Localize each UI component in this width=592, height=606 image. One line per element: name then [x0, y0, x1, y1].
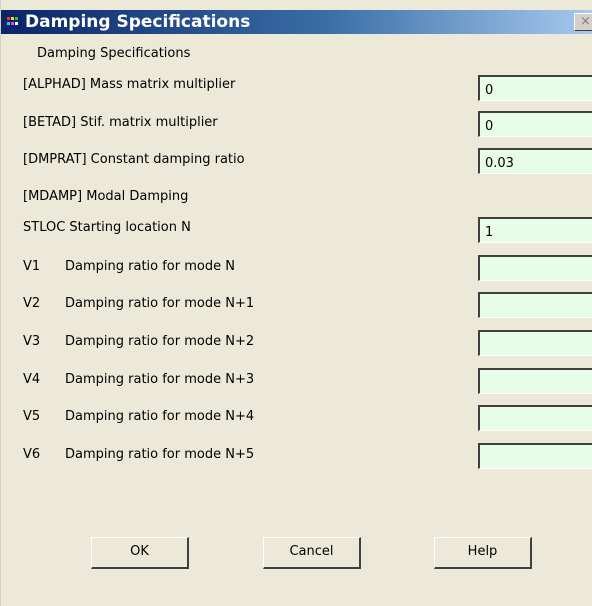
alphad-input[interactable] [478, 75, 592, 101]
mode-v4-input[interactable] [478, 368, 592, 394]
stloc-input[interactable] [478, 217, 592, 243]
mdamp-label: [MDAMP] Modal Damping [23, 189, 189, 204]
betad-input[interactable] [478, 111, 592, 137]
mode-v1-label: Damping ratio for mode N [65, 259, 235, 274]
cancel-button[interactable]: Cancel [263, 537, 361, 569]
mode-v1-id: V1 [23, 259, 41, 274]
mode-v3-label: Damping ratio for mode N+2 [65, 334, 255, 349]
mode-v4-label: Damping ratio for mode N+3 [65, 372, 255, 387]
mode-v5-input[interactable] [478, 405, 592, 431]
betad-label: [BETAD] Stif. matrix multiplier [23, 115, 218, 130]
mode-v5-id: V5 [23, 409, 41, 424]
mode-v5-label: Damping ratio for mode N+4 [65, 409, 255, 424]
mode-v2-label: Damping ratio for mode N+1 [65, 296, 255, 311]
help-button[interactable]: Help [434, 537, 532, 569]
dmprat-label: [DMPRAT] Constant damping ratio [23, 152, 245, 167]
mode-v4-id: V4 [23, 372, 41, 387]
mode-v3-input[interactable] [478, 330, 592, 356]
window-title: Damping Specifications [25, 12, 251, 32]
mode-v2-id: V2 [23, 296, 41, 311]
form-heading: Damping Specifications [37, 46, 191, 61]
damping-specifications-dialog: Damping Specifications × Damping Specifi… [0, 0, 592, 606]
title-bar[interactable]: Damping Specifications × [1, 10, 592, 34]
stloc-label: STLOC Starting location N [23, 220, 191, 235]
mode-v6-label: Damping ratio for mode N+5 [65, 447, 255, 462]
mode-v1-input[interactable] [478, 255, 592, 281]
mode-v2-input[interactable] [478, 292, 592, 318]
close-button[interactable]: × [574, 13, 592, 31]
mode-v6-input[interactable] [478, 443, 592, 469]
ok-button[interactable]: OK [91, 537, 189, 569]
alphad-label: [ALPHAD] Mass matrix multiplier [23, 77, 236, 92]
mode-v3-id: V3 [23, 334, 41, 349]
dmprat-input[interactable] [478, 148, 592, 174]
mode-v6-id: V6 [23, 447, 41, 462]
app-icon [6, 15, 22, 29]
close-icon: × [580, 14, 591, 29]
